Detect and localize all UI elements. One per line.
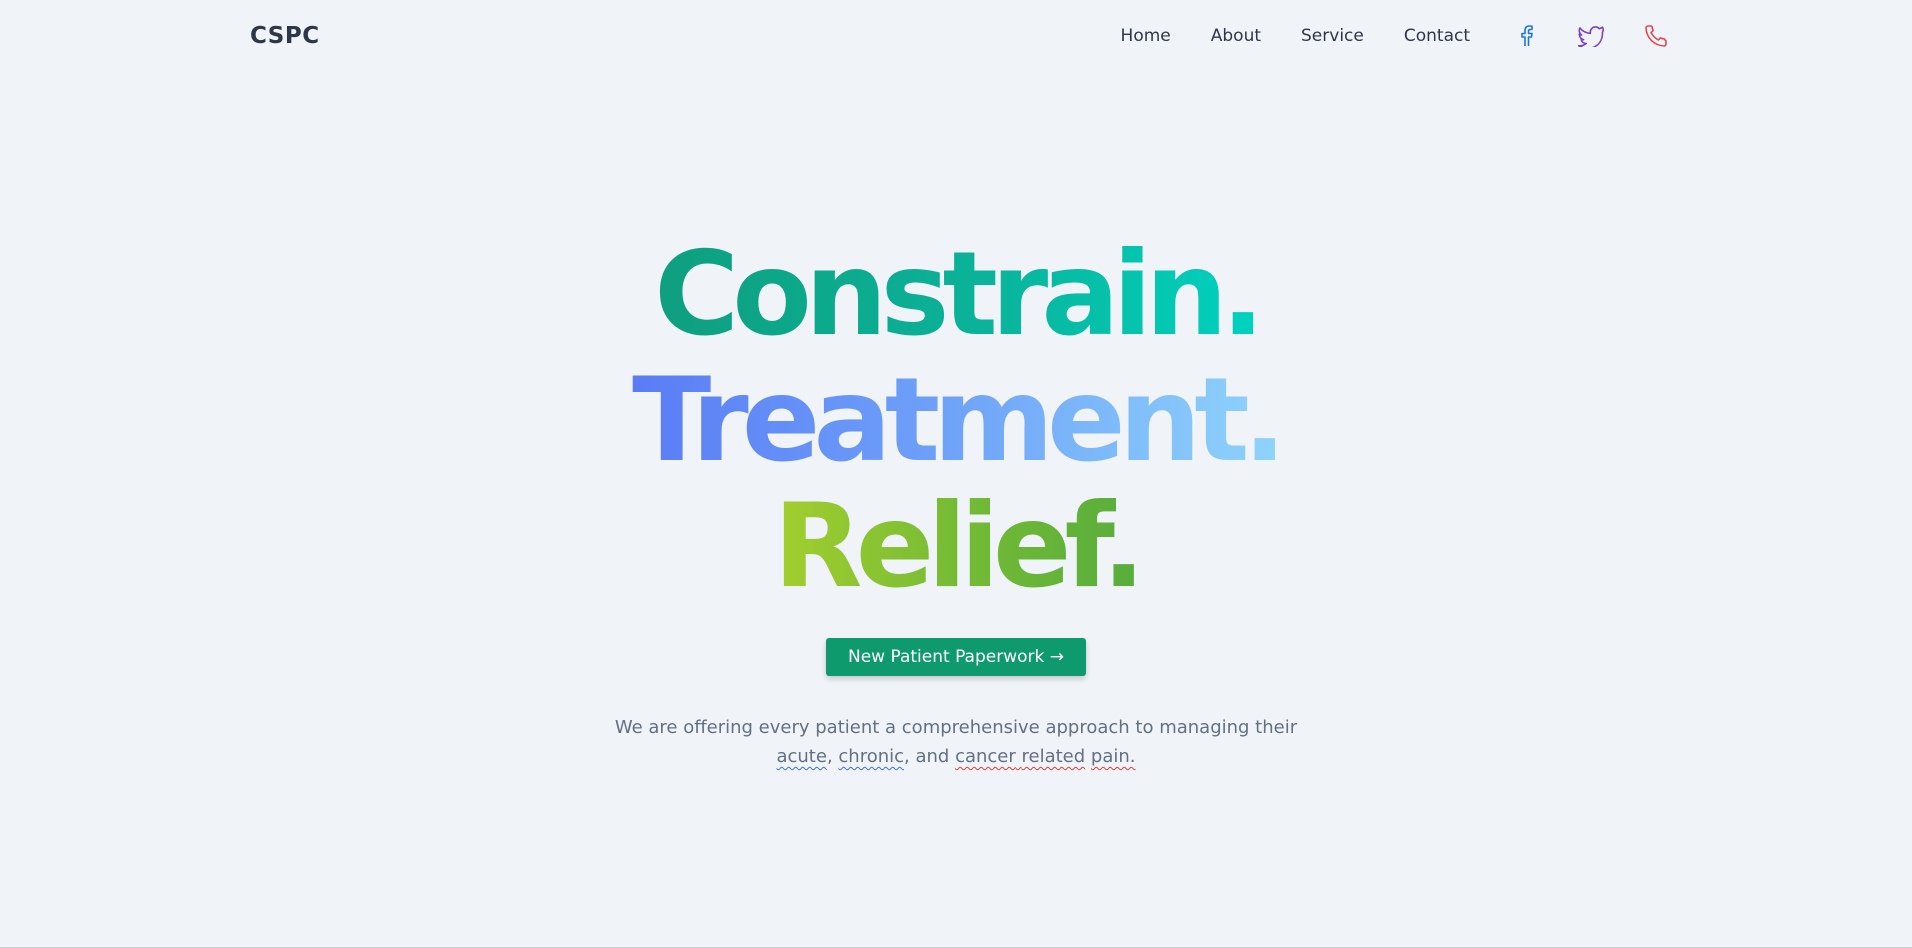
spellcheck-word: related [1021,746,1086,767]
spellcheck-word: cancer [955,746,1016,767]
nav-link-service[interactable]: Service [1301,26,1364,46]
headline-line-constrain: Constrain. [654,227,1265,362]
hero-description: We are offering every patient a comprehe… [0,713,1912,771]
cta-container: New Patient Paperwork → [0,638,1912,676]
top-navbar: CSPC Home About Service Contact [250,0,1670,72]
brand-logo[interactable]: CSPC [250,23,320,49]
description-line-1: We are offering every patient a comprehe… [614,717,1298,738]
new-patient-paperwork-button[interactable]: New Patient Paperwork → [825,638,1086,676]
separator-text: , and [904,746,956,767]
twitter-icon [1578,25,1604,47]
nav-link-about[interactable]: About [1211,26,1261,46]
nav-menu: Home About Service Contact [1121,0,1670,72]
phone-icon [1644,24,1668,48]
nav-link-home[interactable]: Home [1121,26,1171,46]
hero-headline: Constrain. Treatment. Relief. [0,232,1912,610]
headline-line-relief: Relief. [773,479,1145,614]
phone-link[interactable] [1642,22,1670,50]
spellcheck-word: acute [776,746,827,767]
facebook-icon [1519,25,1533,47]
twitter-link[interactable] [1577,22,1605,50]
description-line-2: acute, chronic, and cancer related pain. [0,742,1912,771]
headline-line-treatment: Treatment. [632,353,1287,488]
page: CSPC Home About Service Contact Constrai… [0,0,1912,948]
spellcheck-word: chronic [838,746,905,767]
nav-link-contact[interactable]: Contact [1404,26,1470,46]
facebook-link[interactable] [1512,22,1540,50]
spellcheck-word: pain. [1090,746,1136,767]
separator-text: , [826,746,839,767]
